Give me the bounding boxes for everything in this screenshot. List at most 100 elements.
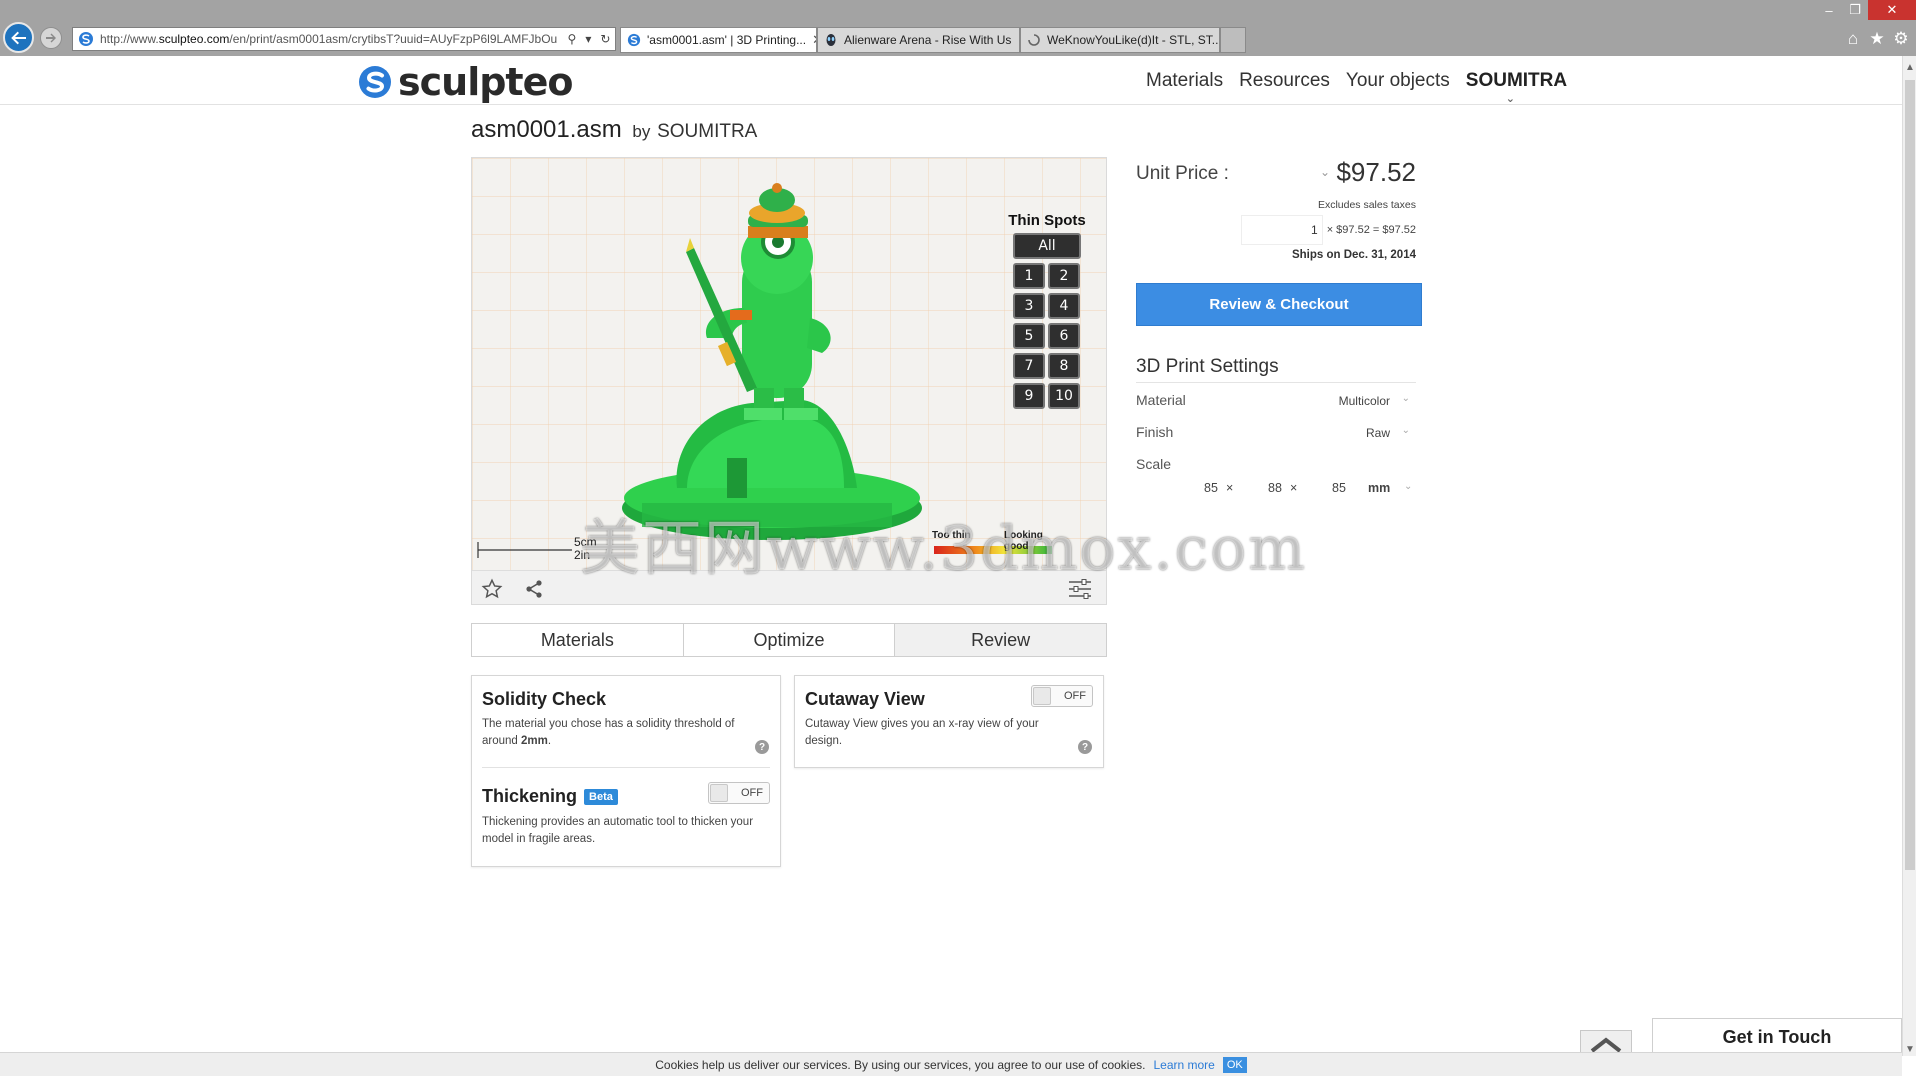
address-bar[interactable]: http://www.sculpteo.com/en/print/asm0001… — [72, 27, 616, 51]
forward-button[interactable] — [40, 27, 62, 49]
scale-y-input[interactable]: 88 — [1268, 481, 1282, 495]
unit-price-label: Unit Price : — [1136, 163, 1229, 184]
material-row[interactable]: Material Multicolor ⌄ — [1136, 390, 1416, 412]
nav-materials[interactable]: Materials — [1146, 70, 1223, 92]
thin-spot-button[interactable]: 5 — [1013, 323, 1045, 349]
review-checkout-button[interactable]: Review & Checkout — [1136, 283, 1422, 326]
chevron-down-icon[interactable]: ⌄ — [1402, 425, 1410, 436]
thin-spot-button[interactable]: 9 — [1013, 383, 1045, 409]
new-tab-button[interactable] — [1220, 27, 1246, 53]
scale-indicator: 5cm 2in — [478, 535, 597, 565]
help-icon[interactable]: ? — [1078, 740, 1092, 754]
sculpteo-logo[interactable]: sculpteo — [358, 60, 573, 104]
sculpteo-favicon-icon — [627, 33, 641, 47]
arrow-left-icon — [10, 31, 26, 44]
tax-note: Excludes sales taxes — [1317, 199, 1416, 211]
tab-weknowyoulikedit[interactable]: WeKnowYouLike(d)It - STL, ST... — [1020, 27, 1220, 53]
tab-materials[interactable]: Materials — [472, 624, 684, 656]
toggle-knob — [710, 784, 728, 802]
home-icon[interactable]: ⌂ — [1842, 28, 1864, 50]
thin-spot-button[interactable]: 2 — [1048, 263, 1080, 289]
times-sign: × — [1290, 481, 1298, 495]
cookie-ok-button[interactable]: OK — [1222, 1056, 1247, 1073]
solidity-text: The material you chose has a solidity th… — [482, 718, 735, 747]
scale-in-label: 2in — [574, 548, 591, 562]
chevron-down-icon[interactable]: ⌄ — [1402, 393, 1410, 404]
get-in-touch-button[interactable]: Get in Touch — [1652, 1018, 1902, 1056]
thin-spots-title: Thin Spots — [1008, 212, 1086, 229]
material-select[interactable]: Multicolor — [1339, 394, 1390, 408]
tab-review[interactable]: Review — [895, 624, 1107, 656]
scale-x-input[interactable]: 85 — [1204, 481, 1218, 495]
solidity-title: Solidity Check — [482, 689, 607, 709]
user-name: SOUMITRA — [1465, 70, 1568, 91]
cutaway-toggle[interactable]: OFF — [1031, 685, 1093, 707]
alienware-favicon-icon — [826, 34, 836, 46]
settings-gear-icon[interactable]: ⚙ — [1890, 28, 1912, 50]
unit-price-row: Unit Price : ⌄ $97.52 — [1136, 157, 1422, 189]
scale-row: Scale — [1136, 454, 1416, 476]
scroll-up-icon[interactable]: ▲ — [1903, 60, 1916, 74]
thin-spot-all-button[interactable]: All — [1013, 233, 1081, 259]
nav-your-objects[interactable]: Your objects — [1346, 70, 1450, 92]
back-button[interactable] — [3, 22, 34, 53]
page-title: asm0001.asm by SOUMITRA — [471, 116, 757, 144]
legend-looking-good: Looking good — [1004, 530, 1043, 552]
thin-spot-button[interactable]: 4 — [1048, 293, 1080, 319]
tab-sculpteo[interactable]: 'asm0001.asm' | 3D Printing... ✕ — [620, 27, 817, 53]
chevron-down-icon[interactable]: ⌄ — [1320, 165, 1330, 179]
search-icon[interactable]: ⚲ — [568, 32, 577, 46]
thin-spot-button[interactable]: 7 — [1013, 353, 1045, 379]
scroll-down-icon[interactable]: ▼ — [1903, 1042, 1916, 1056]
price-formula: × $97.52 = $97.52 — [1326, 224, 1416, 236]
tab-optimize[interactable]: Optimize — [683, 624, 896, 656]
restore-icon[interactable]: ❐ — [1842, 0, 1868, 20]
finish-row[interactable]: Finish Raw ⌄ — [1136, 422, 1416, 444]
dropdown-icon[interactable]: ▾ — [585, 32, 591, 46]
material-label: Material — [1136, 392, 1186, 408]
url-text: http://www.sculpteo.com/en/print/asm0001… — [100, 32, 558, 46]
times-sign: × — [1226, 481, 1234, 495]
favorites-star-icon[interactable]: ★ — [1866, 28, 1888, 50]
cutaway-title: Cutaway View — [805, 689, 925, 709]
settings-sliders-icon[interactable] — [1068, 577, 1092, 601]
viewer-toolbar — [472, 570, 1106, 604]
finish-select[interactable]: Raw — [1366, 426, 1390, 440]
thin-spot-button[interactable]: 1 — [1013, 263, 1045, 289]
tab-label: 'asm0001.asm' | 3D Printing... — [647, 33, 807, 47]
step-tabs: Materials Optimize Review — [471, 623, 1107, 657]
by-label: by — [632, 122, 651, 141]
help-icon[interactable]: ? — [755, 740, 769, 754]
share-icon[interactable] — [522, 577, 546, 601]
unit-select[interactable]: mm — [1368, 481, 1390, 495]
author-link[interactable]: SOUMITRA — [657, 121, 757, 142]
nav-resources[interactable]: Resources — [1239, 70, 1330, 92]
thin-spot-button[interactable]: 6 — [1048, 323, 1080, 349]
thin-spot-button[interactable]: 8 — [1048, 353, 1080, 379]
toggle-knob — [1033, 687, 1051, 705]
star-icon[interactable] — [480, 577, 504, 601]
toggle-state: OFF — [1064, 690, 1086, 702]
page-scrollbar[interactable]: ▲ ▼ — [1902, 56, 1916, 1056]
scale-z-input[interactable]: 85 — [1332, 481, 1346, 495]
quantity-input[interactable]: 1 — [1240, 215, 1323, 245]
scroll-thumb[interactable] — [1905, 80, 1915, 870]
chevron-down-icon[interactable]: ⌄ — [1404, 481, 1412, 492]
thin-spot-button[interactable]: 3 — [1013, 293, 1045, 319]
minimize-icon[interactable]: – — [1816, 0, 1842, 20]
refresh-icon[interactable]: ↻ — [600, 32, 610, 46]
scale-cm-label: 5cm — [574, 535, 597, 549]
thin-spot-button[interactable]: 10 — [1048, 383, 1080, 409]
scale-values: 85 × 88 × 85 mm ⌄ — [1136, 477, 1416, 501]
learn-more-link[interactable]: Learn more — [1153, 1058, 1214, 1072]
loading-icon — [1028, 34, 1040, 46]
tab-alienware[interactable]: Alienware Arena - Rise With Us — [817, 27, 1020, 53]
beta-badge: Beta — [584, 789, 618, 806]
model-viewer[interactable]: Thin Spots All 1 2 3 4 5 6 7 8 9 10 5cm … — [471, 157, 1107, 605]
thickening-toggle[interactable]: OFF — [708, 782, 770, 804]
legend-too-thin: Too thin — [932, 530, 971, 541]
user-menu[interactable]: SOUMITRA ⌄ — [1465, 70, 1568, 105]
close-window-icon[interactable]: ✕ — [1868, 0, 1916, 20]
tab-label: WeKnowYouLike(d)It - STL, ST... — [1047, 33, 1220, 47]
ship-date: Ships on Dec. 31, 2014 — [1291, 249, 1416, 261]
